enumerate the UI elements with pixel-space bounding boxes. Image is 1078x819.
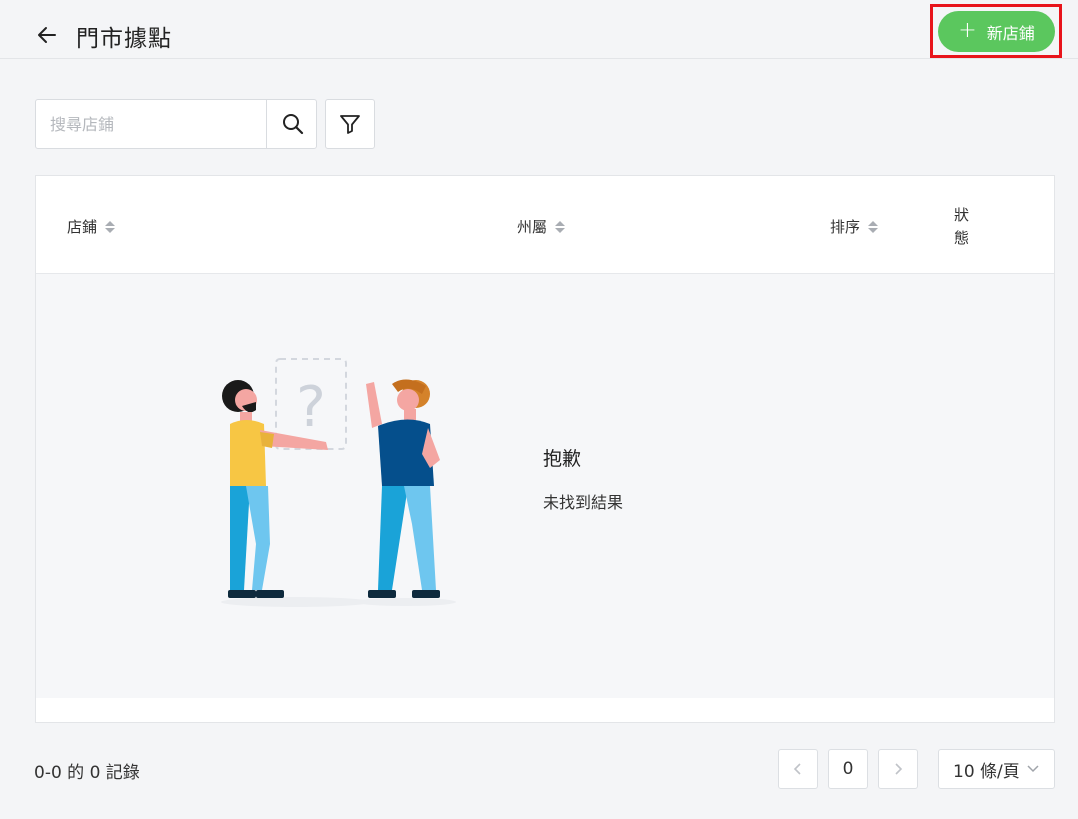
- filter-button[interactable]: [325, 99, 375, 149]
- per-page-value: 10 條/頁: [953, 761, 1020, 782]
- column-sort-order-label: 排序: [830, 218, 861, 236]
- column-state[interactable]: 州屬: [517, 216, 566, 237]
- new-store-label: 新店鋪: [986, 23, 1035, 43]
- search-icon: [282, 114, 303, 135]
- svg-text:?: ?: [296, 375, 326, 440]
- search-button[interactable]: [266, 100, 318, 148]
- column-sort-order[interactable]: 排序: [830, 216, 879, 237]
- chevron-left-icon: [793, 763, 801, 775]
- column-store-label: 店鋪: [67, 218, 98, 236]
- table-header: 店鋪 州屬 排序 狀態: [36, 176, 1054, 274]
- next-page-button[interactable]: [878, 749, 918, 789]
- page-title: 門市據點: [76, 26, 172, 52]
- chevron-down-icon: [1027, 765, 1039, 773]
- search-box: [35, 99, 317, 149]
- record-count: 0-0 的 0 記錄: [34, 763, 140, 783]
- sort-icon: [555, 220, 566, 233]
- empty-state: ? 抱歉 未找到結果: [36, 274, 1054, 698]
- chevron-right-icon: [895, 763, 903, 775]
- per-page-select[interactable]: 10 條/頁: [938, 749, 1055, 789]
- prev-page-button[interactable]: [778, 749, 818, 789]
- search-input[interactable]: [36, 100, 266, 148]
- plus-icon: +: [958, 17, 977, 43]
- empty-title: 抱歉: [543, 448, 582, 470]
- new-store-button[interactable]: + 新店鋪: [938, 11, 1055, 52]
- back-arrow-icon[interactable]: [36, 24, 58, 46]
- empty-illustration: ?: [221, 358, 456, 607]
- column-status: 狀態: [954, 206, 970, 247]
- store-table: 店鋪 州屬 排序 狀態 ? 抱歉 未找到結果: [35, 175, 1055, 723]
- column-state-label: 州屬: [517, 218, 548, 236]
- sort-icon: [105, 220, 116, 233]
- page-header: 門市據點: [0, 0, 1078, 59]
- filter-icon: [340, 115, 360, 134]
- sort-icon: [868, 220, 879, 233]
- column-store[interactable]: 店鋪: [67, 216, 116, 237]
- current-page[interactable]: 0: [828, 749, 868, 789]
- empty-subtitle: 未找到結果: [543, 493, 624, 512]
